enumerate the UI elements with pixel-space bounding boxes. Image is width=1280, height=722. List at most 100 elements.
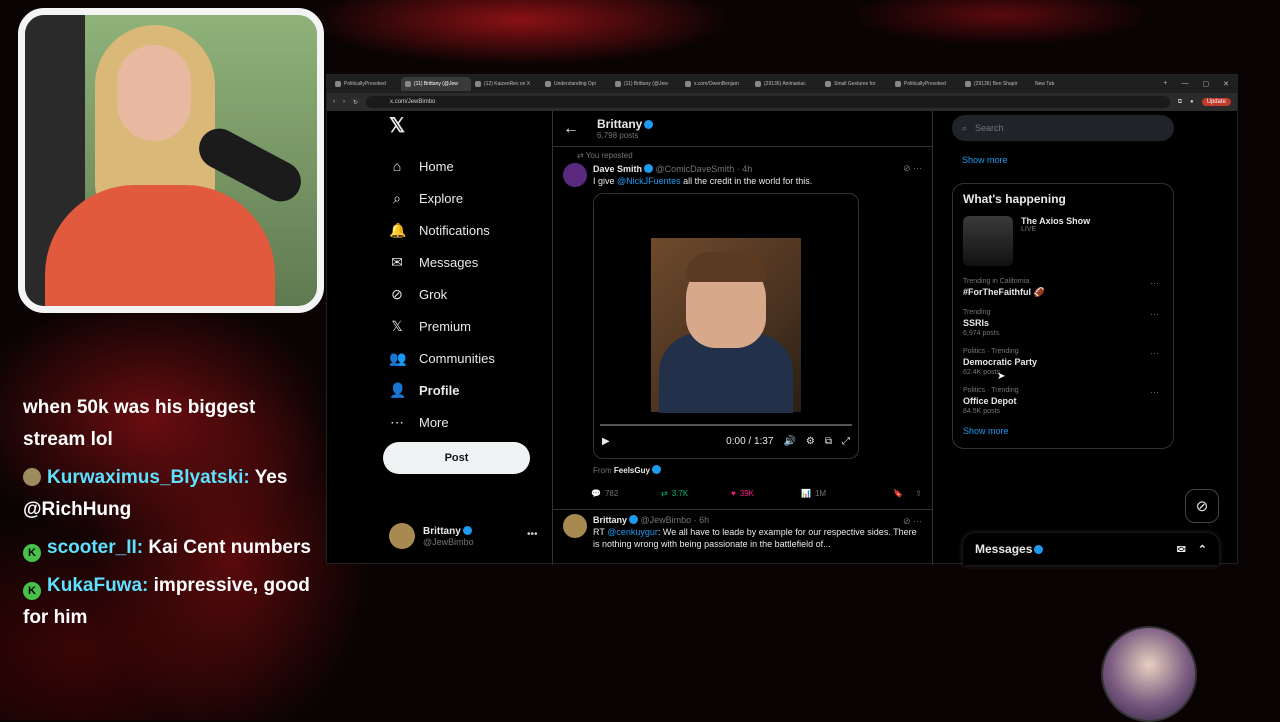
volume-icon[interactable]: 🔊 (783, 436, 795, 448)
post-count: 6,798 posts (597, 131, 653, 140)
reply-button[interactable]: 💬782 (591, 489, 661, 498)
bookmark-icon[interactable]: 🔖 (893, 489, 903, 498)
close-icon[interactable]: ✕ (1223, 80, 1229, 88)
back-icon[interactable]: ‹ (333, 99, 335, 105)
expand-icon[interactable]: ⌃ (1198, 543, 1207, 556)
feed-header: ← Brittany 6,798 posts ⊘ ⌕ (553, 111, 932, 147)
more-icon[interactable]: ··· (1150, 387, 1159, 397)
share-icon[interactable]: ⇪ (915, 489, 922, 498)
maximize-icon[interactable]: ▢ (1203, 80, 1210, 88)
trend-item[interactable]: Trending SSRIs 6,974 posts ··· (963, 309, 1163, 337)
news-item[interactable]: The Axios Show LIVE (963, 216, 1163, 266)
post-button[interactable]: Post (383, 442, 530, 474)
nav-more[interactable]: ⋯ More (377, 406, 557, 438)
tweet-author[interactable]: Dave Smith (593, 164, 642, 174)
more-icon[interactable]: ··· (1150, 309, 1159, 319)
video-progress-bar[interactable] (600, 424, 852, 426)
avatar[interactable] (563, 163, 587, 187)
settings-icon[interactable]: ⚙ (806, 436, 815, 448)
tweet-author[interactable]: Brittany (593, 515, 627, 525)
browser-tab[interactable]: PoliticallyProvoked (331, 77, 401, 91)
tab-label: Small Gestures for (834, 81, 875, 87)
grok-fab-icon[interactable]: ⊘ (1185, 489, 1219, 523)
nav-profile[interactable]: 👤Profile (377, 374, 557, 406)
tweet[interactable]: ⊘ ··· Brittany @JewBimbo · 6h RT @cenkuy… (553, 510, 932, 550)
tab-favicon-icon (405, 81, 411, 87)
browser-tab[interactable]: Understanding Opi (541, 77, 611, 91)
forward-icon[interactable]: › (343, 99, 345, 105)
browser-tab[interactable]: (11) Brittany (@Jew (611, 77, 681, 91)
browser-tab[interactable]: PoliticallyProvoked (891, 77, 961, 91)
trend-item[interactable]: Trending in California #ForTheFaithful 🏈… (963, 278, 1163, 298)
like-button[interactable]: ♥39K (731, 489, 801, 498)
browser-tab-active[interactable]: (11) Brittany (@Jew (401, 77, 471, 91)
pip-icon[interactable]: ⧉ (825, 436, 832, 448)
views-button[interactable]: 📊1M (801, 489, 871, 498)
trend-name: SSRIs (963, 318, 1163, 328)
play-icon[interactable]: ▶ (602, 436, 610, 448)
messages-drawer-title: Messages (975, 542, 1032, 556)
mention-link[interactable]: @cenkuygur (607, 527, 658, 537)
trend-count: 62.4K posts (963, 369, 1163, 376)
repost-button[interactable]: ⇄3.7K (661, 489, 731, 498)
nav-label: More (419, 415, 449, 430)
browser-tab[interactable]: (29136) Ben Shapir (961, 77, 1031, 91)
show-more-link[interactable]: Show more (962, 155, 1174, 165)
nav-home[interactable]: ⌂Home (377, 150, 557, 182)
new-tab-icon[interactable]: + (1163, 80, 1167, 88)
video-time: 0:00 / 1:37 (726, 436, 773, 448)
more-icon[interactable]: ··· (1150, 278, 1159, 288)
stream-chat: when 50k was his biggest stream lol Kurw… (23, 392, 313, 640)
news-thumbnail (963, 216, 1013, 266)
back-arrow-icon[interactable]: ← (563, 120, 579, 138)
extensions-icon[interactable]: ⧉ (1178, 99, 1182, 106)
nav-explore[interactable]: ⌕Explore (377, 182, 557, 214)
tab-label: PoliticallyProvoked (904, 81, 946, 87)
browser-tab[interactable]: Small Gestures for (821, 77, 891, 91)
tweet-handle[interactable]: @ComicDaveSmith · 4h (656, 164, 753, 174)
fullscreen-icon[interactable]: ⤢ (842, 436, 850, 448)
url-field[interactable]: x.com/JewBimbo (366, 96, 1170, 108)
update-button[interactable]: Update (1202, 98, 1231, 106)
browser-tab[interactable]: (12) KaizenRev on X (471, 77, 541, 91)
chat-message: when 50k was his biggest stream lol (23, 392, 313, 456)
video-player[interactable]: ▶ 0:00 / 1:37 🔊 ⚙ ⧉ ⤢ (593, 193, 859, 459)
source-name[interactable]: FeelsGuy (614, 466, 650, 475)
account-name: Brittany (423, 526, 474, 537)
tab-favicon-icon (475, 81, 481, 87)
more-circle-icon: ⋯ (389, 414, 405, 431)
nav-communities[interactable]: 👥Communities (377, 342, 557, 374)
panel-title: What's happening (963, 192, 1163, 206)
account-switcher[interactable]: Brittany @JewBimbo (389, 523, 539, 549)
browser-tab[interactable]: x.com/OwenBenjam (681, 77, 751, 91)
account-menu-icon[interactable]: ••• (527, 529, 538, 540)
more-icon[interactable]: ⊘ ··· (903, 163, 922, 174)
trend-name: Office Depot (963, 396, 1163, 406)
trend-meta: Trending in California (963, 278, 1163, 285)
trend-item[interactable]: Politics · Trending Democratic Party 62.… (963, 348, 1163, 376)
messages-drawer[interactable]: Messages ✉ ⌃ (963, 533, 1219, 565)
compose-message-icon[interactable]: ✉ (1177, 543, 1186, 556)
avatar[interactable] (563, 514, 587, 538)
mention-link[interactable]: @NickJFuentes (617, 176, 681, 186)
nav-messages[interactable]: ✉Messages (377, 246, 557, 278)
trend-item[interactable]: Politics · Trending Office Depot 84.5K p… (963, 387, 1163, 415)
tweet[interactable]: ⇄ You reposted ⊘ ··· Dave Smith @ComicDa… (553, 147, 932, 510)
search-input[interactable]: ⌕Search (952, 115, 1174, 141)
minimize-icon[interactable]: — (1182, 80, 1189, 88)
right-sidebar: ⌕Search Show more What's happening The A… (952, 115, 1174, 449)
more-icon[interactable]: ··· (1150, 348, 1159, 358)
envelope-icon: ✉ (389, 254, 405, 271)
browser-tab[interactable]: New Tab (1031, 77, 1101, 91)
profile-icon[interactable]: ● (1190, 99, 1194, 105)
x-logo-icon[interactable]: 𝕏 (377, 113, 557, 138)
reload-icon[interactable]: ↻ (353, 99, 358, 106)
nav-grok[interactable]: ⊘Grok (377, 278, 557, 310)
tweet-handle[interactable]: @JewBimbo · 6h (641, 515, 710, 525)
nav-notifications[interactable]: 🔔Notifications (377, 214, 557, 246)
account-handle: @JewBimbo (423, 537, 474, 547)
show-more-link[interactable]: Show more (963, 426, 1163, 436)
browser-tab[interactable]: (29136) Animaniac (751, 77, 821, 91)
nav-premium[interactable]: 𝕏Premium (377, 310, 557, 342)
more-icon[interactable]: ⊘ ··· (903, 516, 922, 527)
